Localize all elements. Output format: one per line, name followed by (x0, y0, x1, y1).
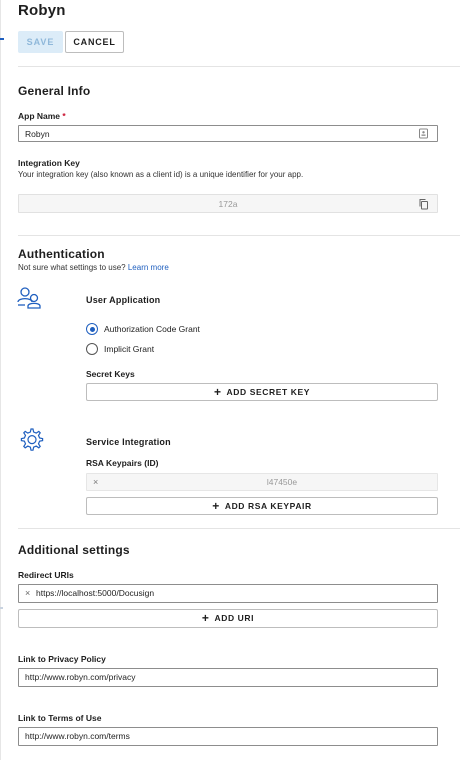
divider (18, 66, 460, 67)
cancel-button[interactable]: CANCEL (65, 31, 124, 53)
required-mark: * (62, 111, 66, 121)
integration-key-value: 172a (218, 199, 238, 209)
terms-of-use-input[interactable]: http://www.robyn.com/terms (18, 727, 438, 746)
radio-unselected[interactable] (86, 343, 98, 355)
left-panel-marker (0, 607, 3, 609)
user-application-heading: User Application (86, 295, 161, 305)
add-rsa-keypair-button[interactable]: + ADD RSA KEYPAIR (86, 497, 438, 515)
privacy-policy-input[interactable]: http://www.robyn.com/privacy (18, 668, 438, 687)
add-secret-key-label: ADD SECRET KEY (226, 387, 311, 397)
users-icon (17, 286, 45, 315)
add-uri-button[interactable]: + ADD URI (18, 609, 438, 628)
auth-help-text: Not sure what settings to use? (18, 263, 126, 272)
rsa-keypair-field: × l47450e (86, 473, 438, 491)
redirect-uris-label: Redirect URIs (18, 570, 74, 580)
terms-of-use-label: Link to Terms of Use (18, 713, 102, 723)
redirect-uri-field[interactable]: × https://localhost:5000/Docusign (18, 584, 438, 603)
plus-icon: + (201, 611, 210, 625)
privacy-policy-value: http://www.robyn.com/privacy (25, 672, 136, 682)
close-icon[interactable]: × (25, 585, 30, 602)
additional-settings-heading: Additional settings (18, 543, 130, 557)
page-title: Robyn (18, 2, 66, 19)
auth-help: Not sure what settings to use? Learn mor… (18, 263, 169, 272)
rsa-keypair-value: l47450e (266, 477, 298, 487)
contact-card-icon (418, 128, 429, 139)
authentication-heading: Authentication (18, 247, 105, 261)
radio-label: Implicit Grant (104, 344, 155, 354)
left-panel-border (0, 0, 1, 760)
add-uri-label: ADD URI (214, 613, 255, 623)
copy-icon[interactable] (418, 198, 429, 210)
gear-icon (18, 427, 44, 458)
add-secret-key-button[interactable]: + ADD SECRET KEY (86, 383, 438, 401)
app-name-label: App Name * (18, 111, 66, 121)
privacy-policy-label: Link to Privacy Policy (18, 654, 106, 664)
app-name-value: Robyn (25, 129, 50, 139)
rsa-keypairs-label: RSA Keypairs (ID) (86, 458, 159, 468)
redirect-uri-value: https://localhost:5000/Docusign (36, 588, 155, 598)
learn-more-link[interactable]: Learn more (128, 263, 169, 272)
integration-key-field: 172a (18, 194, 438, 213)
app-name-input[interactable]: Robyn (18, 125, 438, 142)
plus-icon: + (213, 385, 222, 399)
terms-of-use-value: http://www.robyn.com/terms (25, 731, 130, 741)
divider (18, 528, 460, 529)
service-integration-heading: Service Integration (86, 437, 171, 447)
general-info-heading: General Info (18, 84, 91, 98)
integration-key-label: Integration Key (18, 158, 80, 168)
integration-key-help: Your integration key (also known as a cl… (18, 170, 304, 179)
secret-keys-label: Secret Keys (86, 369, 135, 379)
add-rsa-keypair-label: ADD RSA KEYPAIR (224, 501, 312, 511)
left-panel-indicator (0, 38, 4, 40)
divider (18, 235, 460, 236)
app-name-label-text: App Name (18, 111, 61, 121)
save-button[interactable]: SAVE (18, 31, 63, 53)
radio-label: Authorization Code Grant (104, 324, 200, 334)
plus-icon: + (212, 499, 220, 513)
radio-selected[interactable] (86, 323, 98, 335)
